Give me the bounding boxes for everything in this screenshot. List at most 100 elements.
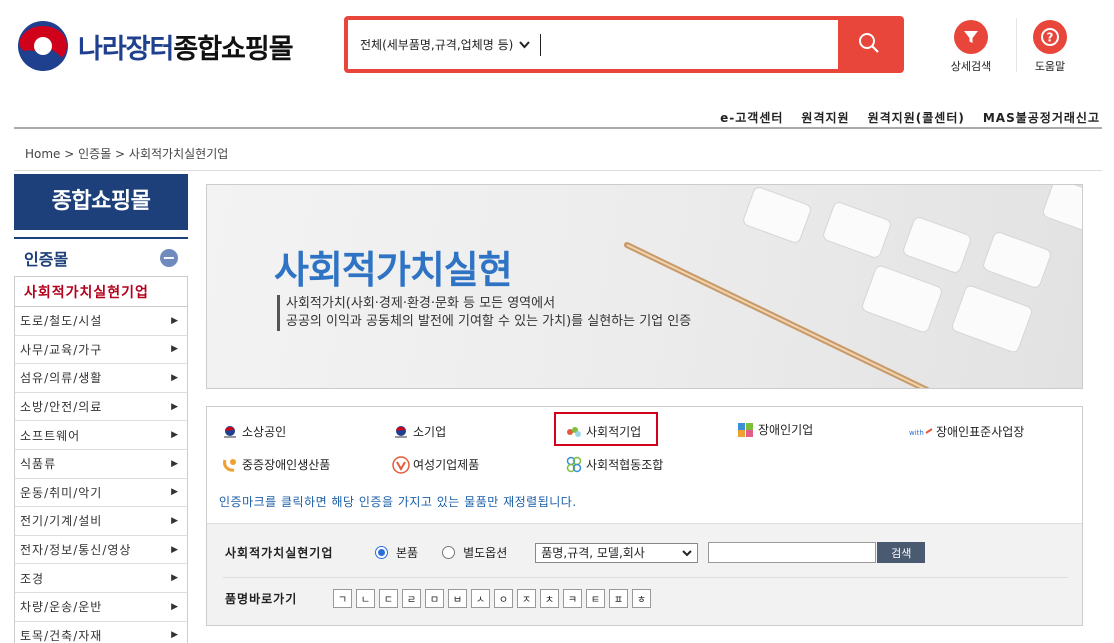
banner-description: 사회적가치(사회·경제·환경·문화 등 모든 영역에서 공공의 이익과 공동체의… — [277, 295, 691, 331]
chevron-right-icon: ▶ — [171, 601, 179, 612]
consonant-button[interactable]: ㅎ — [632, 589, 651, 608]
cert-disabled-enterprise[interactable]: 장애인기업 — [737, 421, 813, 438]
consonant-button[interactable]: ㄴ — [356, 589, 375, 608]
chevron-down-icon — [519, 38, 531, 52]
cert-label: 장애인기업 — [758, 423, 814, 437]
collapse-icon[interactable]: − — [160, 248, 178, 267]
cooperative-icon — [565, 456, 583, 472]
chevron-right-icon: ▶ — [171, 401, 179, 412]
consonant-button[interactable]: ㄹ — [402, 589, 421, 608]
jump-label: 품명바로가기 — [225, 592, 298, 606]
radio-dot[interactable] — [442, 546, 456, 559]
search-field-select[interactable]: 품명,규격, 모델,회사 — [535, 542, 699, 563]
sidebar-item[interactable]: 도로/철도/시설 ▶ — [14, 307, 188, 336]
consonant-button[interactable]: ㅈ — [517, 589, 536, 608]
consonant-button[interactable]: ㅌ — [586, 589, 605, 608]
sidebar-item-active[interactable]: 사회적가치실현기업 — [14, 277, 188, 307]
header-divider — [1016, 18, 1017, 72]
chevron-right-icon: ▶ — [171, 630, 179, 641]
sidebar-item[interactable]: 전기/기계/설비 ▶ — [14, 507, 188, 536]
consonant-button[interactable]: ㅍ — [609, 589, 628, 608]
cert-small-business[interactable]: 소상공인 — [221, 423, 286, 440]
sidebar-item-label: 차량/운송/운반 — [20, 600, 103, 615]
sidebar-item[interactable]: 소방/안전/의료 ▶ — [14, 392, 188, 422]
search-input[interactable] — [547, 20, 838, 69]
chevron-down-icon — [682, 546, 692, 560]
radio-label: 별도옵션 — [463, 546, 508, 560]
sidebar-item[interactable]: 섬유/의류/생활 ▶ — [14, 364, 188, 393]
consonant-button[interactable]: ㄱ — [333, 589, 352, 608]
link-remote-support-callcenter[interactable]: 원격지원(콜센터) — [868, 109, 965, 126]
sidebar-item-label: 운동/취미/악기 — [20, 485, 103, 500]
banner: 사회적가치실현 사회적가치(사회·경제·환경·문화 등 모든 영역에서 공공의 … — [206, 184, 1083, 389]
sidebar-item-label: 소프트웨어 — [20, 428, 81, 443]
consonant-row: 품명바로가기 ㄱ ㄴ ㄷ ㄹ ㅁ ㅂ ㅅ ㅇ ㅈ ㅊ ㅋ ㅌ ㅍ ㅎ — [225, 589, 655, 608]
sidebar-item[interactable]: 식품류 ▶ — [14, 449, 188, 479]
government-emblem-icon — [221, 425, 239, 439]
logo[interactable]: 나라장터종합쇼핑몰 — [14, 20, 294, 72]
sidebar-item[interactable]: 조경 ▶ — [14, 564, 188, 593]
sidebar-item[interactable]: 차량/운송/운반 ▶ — [14, 592, 188, 622]
government-emblem-icon — [392, 425, 410, 439]
cert-label: 소기업 — [413, 425, 447, 439]
logo-text-part2: 종합쇼핑몰 — [173, 33, 293, 65]
cert-label: 여성기업제품 — [413, 458, 480, 472]
svg-text:?: ? — [1047, 31, 1054, 45]
page: 나라장터종합쇼핑몰 전체(세부품명,규격,업체명 등) 상세검색 ? 도움말 e… — [0, 0, 1114, 643]
sidebar-item[interactable]: 토목/건축/자재 ▶ — [14, 621, 188, 643]
consonant-button[interactable]: ㅅ — [471, 589, 490, 608]
sidebar-item-label: 토목/건축/자재 — [20, 628, 103, 643]
filter-panel: 사회적가치실현기업 본품 별도옵션 품명,규격, 모델,회사 검색 품명바로가기… — [207, 523, 1082, 625]
sidebar-item-label: 사무/교육/가구 — [20, 342, 103, 357]
top-rule — [14, 127, 1102, 129]
sidebar-item[interactable]: 운동/취미/악기 ▶ — [14, 478, 188, 508]
sidebar-title[interactable]: 종합쇼핑몰 — [14, 174, 188, 230]
detail-search-button[interactable]: 상세검색 — [946, 20, 996, 74]
radio-main-product[interactable]: 본품 — [375, 544, 418, 561]
radio-separate-option[interactable]: 별도옵션 — [442, 544, 507, 561]
cert-social-cooperative[interactable]: 사회적협동조합 — [565, 456, 663, 473]
filter-search-button[interactable]: 검색 — [877, 542, 926, 563]
search-scope-select[interactable]: 전체(세부품명,규격,업체명 등) — [360, 36, 531, 53]
cert-label: 사회적협동조합 — [586, 458, 664, 472]
taegeuk-logo-icon — [14, 20, 72, 72]
sidebar-item-label: 소방/안전/의료 — [20, 400, 103, 415]
link-customer-center[interactable]: e-고객센터 — [720, 109, 783, 126]
logo-text-part1: 나라장터 — [78, 33, 174, 65]
cert-women-enterprise[interactable]: 여성기업제품 — [392, 455, 480, 474]
chevron-right-icon: ▶ — [171, 458, 179, 469]
sidebar-item[interactable]: 사무/교육/가구 ▶ — [14, 335, 188, 365]
radio-dot-selected[interactable] — [375, 546, 388, 559]
link-mas-report[interactable]: MAS불공정거래신고 — [983, 109, 1100, 126]
women-enterprise-icon — [392, 455, 410, 474]
cert-small-enterprise[interactable]: 소기업 — [392, 423, 446, 440]
disabled-enterprise-icon — [737, 422, 755, 437]
sidebar-category[interactable]: 인증몰 − — [14, 237, 188, 277]
banner-title: 사회적가치실현 — [274, 248, 513, 292]
sidebar-item-label: 조경 — [20, 571, 45, 586]
hand-heart-icon — [221, 458, 239, 472]
filter-search-input[interactable] — [708, 542, 877, 563]
cert-severe-disabled-products[interactable]: 중증장애인생산품 — [221, 456, 330, 473]
consonant-button[interactable]: ㅁ — [425, 589, 444, 608]
search-bar: 전체(세부품명,규격,업체명 등) — [344, 16, 904, 73]
radio-label: 본품 — [396, 546, 419, 560]
sidebar-item[interactable]: 소프트웨어 ▶ — [14, 421, 188, 450]
breadcrumb-rule — [14, 170, 1102, 171]
search-button[interactable] — [838, 20, 900, 69]
consonant-button[interactable]: ㅋ — [563, 589, 582, 608]
sidebar-item[interactable]: 전자/정보/통신/영상 ▶ — [14, 535, 188, 565]
consonant-button[interactable]: ㅊ — [540, 589, 559, 608]
link-remote-support[interactable]: 원격지원 — [801, 109, 849, 126]
banner-desc-line2: 공공의 이익과 공동체의 발전에 기여할 수 있는 가치)를 실현하는 기업 인… — [286, 314, 692, 329]
detail-search-label: 상세검색 — [950, 60, 992, 73]
chevron-right-icon: ▶ — [171, 372, 179, 383]
help-button[interactable]: ? 도움말 — [1025, 20, 1075, 74]
sidebar-item-label: 식품류 — [20, 457, 57, 472]
consonant-button[interactable]: ㅇ — [494, 589, 513, 608]
consonant-button[interactable]: ㄷ — [379, 589, 398, 608]
consonant-button[interactable]: ㅂ — [448, 589, 467, 608]
filter-icon — [954, 20, 988, 54]
search-field-select-value: 품명,규격, 모델,회사 — [541, 546, 645, 560]
cert-disabled-standard-workplace[interactable]: with 장애인표준사업장 — [909, 423, 1024, 440]
